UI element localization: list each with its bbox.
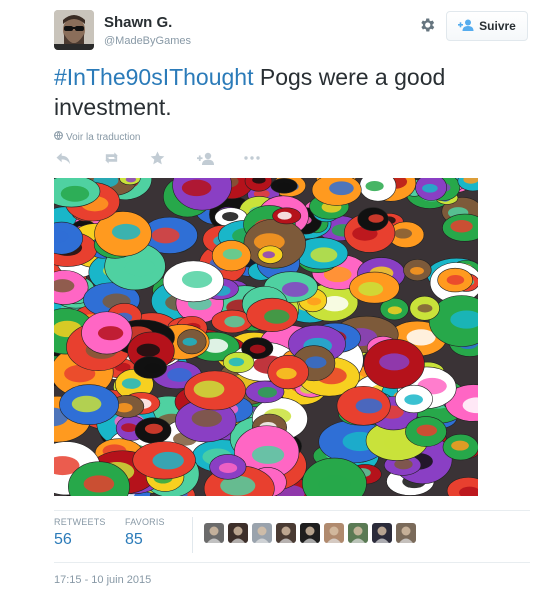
tweet-actions	[54, 148, 289, 168]
author-handle[interactable]: @MadeByGames	[104, 35, 191, 47]
favorites-count[interactable]: 85	[125, 531, 143, 549]
gear-icon[interactable]	[416, 14, 438, 36]
retweets-label: RETWEETS	[54, 517, 106, 527]
retweets-count[interactable]: 56	[54, 531, 72, 549]
hashtag-link[interactable]: #InThe90sIThought	[54, 64, 253, 90]
facepile-avatar[interactable]	[372, 523, 392, 543]
avatar-image	[54, 10, 94, 50]
divider	[54, 510, 530, 511]
favorite-icon[interactable]	[148, 148, 195, 168]
more-icon[interactable]	[242, 148, 289, 168]
follow-label: Suivre	[479, 19, 516, 33]
translate-label: Voir la traduction	[66, 131, 141, 143]
globe-icon	[54, 131, 63, 143]
facepile-avatar[interactable]	[396, 523, 416, 543]
facepile-avatar[interactable]	[324, 523, 344, 543]
facepile-avatar[interactable]	[300, 523, 320, 543]
add-user-icon	[458, 19, 474, 34]
divider	[54, 562, 530, 563]
gear-icon-svg	[421, 18, 435, 32]
favorites-label: FAVORIS	[125, 517, 165, 527]
retweet-icon[interactable]	[101, 148, 148, 168]
follow-user-icon[interactable]	[195, 148, 242, 168]
facepile-avatar[interactable]	[228, 523, 248, 543]
favorited-by-avatars	[204, 523, 416, 543]
translate-link[interactable]: Voir la traduction	[54, 131, 141, 143]
tweet-text: #InThe90sIThought Pogs were a good inves…	[54, 62, 494, 122]
facepile-avatar[interactable]	[252, 523, 272, 543]
tweet-card: Shawn G. @MadeByGames Suivre #InThe90sIT…	[0, 0, 550, 596]
author-avatar[interactable]	[54, 10, 94, 50]
tweet-timestamp[interactable]: 17:15 - 10 juin 2015	[54, 574, 151, 586]
pogs-photo-image	[54, 178, 478, 496]
facepile-avatar[interactable]	[276, 523, 296, 543]
stats-separator	[192, 517, 193, 553]
tweet-photo[interactable]	[54, 178, 478, 496]
facepile-avatar[interactable]	[204, 523, 224, 543]
facepile-avatar[interactable]	[348, 523, 368, 543]
follow-button[interactable]: Suivre	[446, 11, 528, 41]
reply-icon[interactable]	[54, 148, 101, 168]
author-name[interactable]: Shawn G.	[104, 14, 172, 31]
